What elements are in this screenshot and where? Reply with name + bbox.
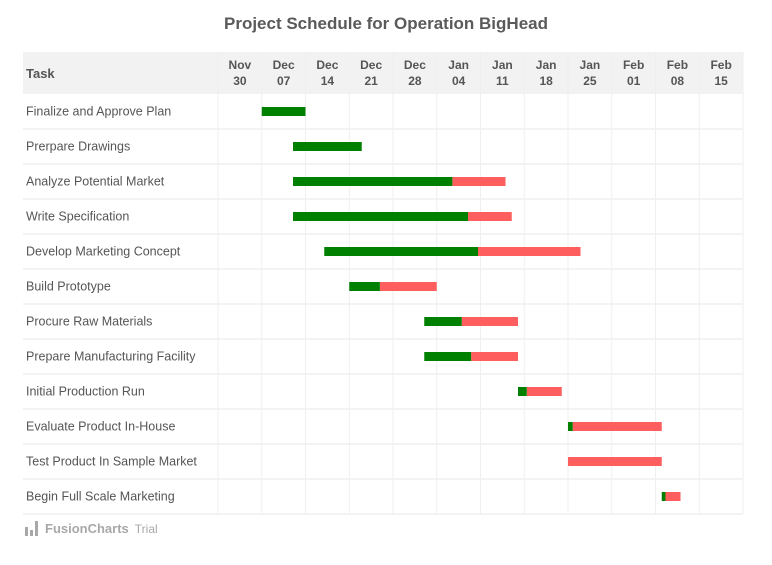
week-label-day: 08 — [671, 74, 685, 88]
week-label-month: Jan — [580, 58, 601, 72]
task-column-header: Task — [26, 66, 55, 81]
task-label: Prerpare Drawings — [26, 140, 130, 154]
week-label-month: Nov — [229, 58, 252, 72]
week-label-day: 25 — [583, 74, 597, 88]
week-label-month: Dec — [360, 58, 382, 72]
week-label-month: Feb — [667, 58, 688, 72]
task-label: Build Prototype — [26, 280, 111, 294]
task-label: Test Product In Sample Market — [26, 455, 197, 469]
task-bar-remaining — [572, 422, 662, 431]
week-label-day: 15 — [714, 74, 728, 88]
task-bar-remaining — [665, 492, 681, 501]
week-label-month: Jan — [448, 58, 469, 72]
task-bar-complete — [293, 177, 453, 186]
task-bar-complete — [261, 107, 306, 116]
task-bar-complete — [568, 422, 573, 431]
fusioncharts-logo-icon — [25, 521, 39, 536]
task-bar-remaining — [568, 457, 662, 466]
watermark: FusionCharts Trial — [25, 521, 158, 536]
task-bar-remaining — [379, 282, 437, 291]
week-label-month: Jan — [492, 58, 513, 72]
task-label: Develop Marketing Concept — [26, 245, 181, 259]
week-label-day: 07 — [277, 74, 291, 88]
task-bar-remaining — [452, 177, 506, 186]
task-bar-complete — [293, 212, 468, 221]
task-label: Write Specification — [26, 210, 129, 224]
week-label-month: Feb — [623, 58, 644, 72]
watermark-brand: FusionCharts — [45, 521, 129, 536]
task-label: Procure Raw Materials — [26, 315, 152, 329]
week-label-month: Dec — [273, 58, 295, 72]
watermark-trial: Trial — [134, 521, 158, 536]
task-bar-complete — [324, 247, 478, 256]
task-bar-remaining — [478, 247, 581, 256]
task-bar-complete — [518, 387, 527, 396]
task-label: Evaluate Product In-House — [26, 420, 175, 434]
week-label-month: Dec — [316, 58, 338, 72]
task-bar-complete — [424, 317, 462, 326]
week-label-day: 01 — [627, 74, 641, 88]
week-label-day: 30 — [233, 74, 247, 88]
task-bar-remaining — [526, 387, 562, 396]
week-label-day: 14 — [321, 74, 335, 88]
task-bar-complete — [293, 142, 362, 151]
task-bar-complete — [349, 282, 380, 291]
week-label-month: Feb — [710, 58, 731, 72]
week-label-day: 04 — [452, 74, 466, 88]
task-label: Analyze Potential Market — [26, 175, 165, 189]
week-label-day: 21 — [364, 74, 378, 88]
task-bar-remaining — [461, 317, 518, 326]
task-label: Initial Production Run — [26, 385, 145, 399]
task-bar-complete — [661, 492, 666, 501]
week-label-month: Jan — [536, 58, 557, 72]
week-label-day: 18 — [539, 74, 553, 88]
task-bar-complete — [424, 352, 472, 361]
task-bar-remaining — [471, 352, 518, 361]
task-label: Prepare Manufacturing Facility — [26, 350, 196, 364]
week-label-day: 28 — [408, 74, 422, 88]
week-label-month: Dec — [404, 58, 426, 72]
gantt-chart: Task Nov 30 Dec 07 Dec 14 Dec 21 Dec 28 Jan 04 Jan 11 J… — [23, 52, 744, 515]
task-label: Begin Full Scale Marketing — [26, 490, 175, 504]
task-bar-remaining — [468, 212, 512, 221]
task-label: Finalize and Approve Plan — [26, 105, 171, 119]
week-label-day: 11 — [496, 74, 509, 88]
